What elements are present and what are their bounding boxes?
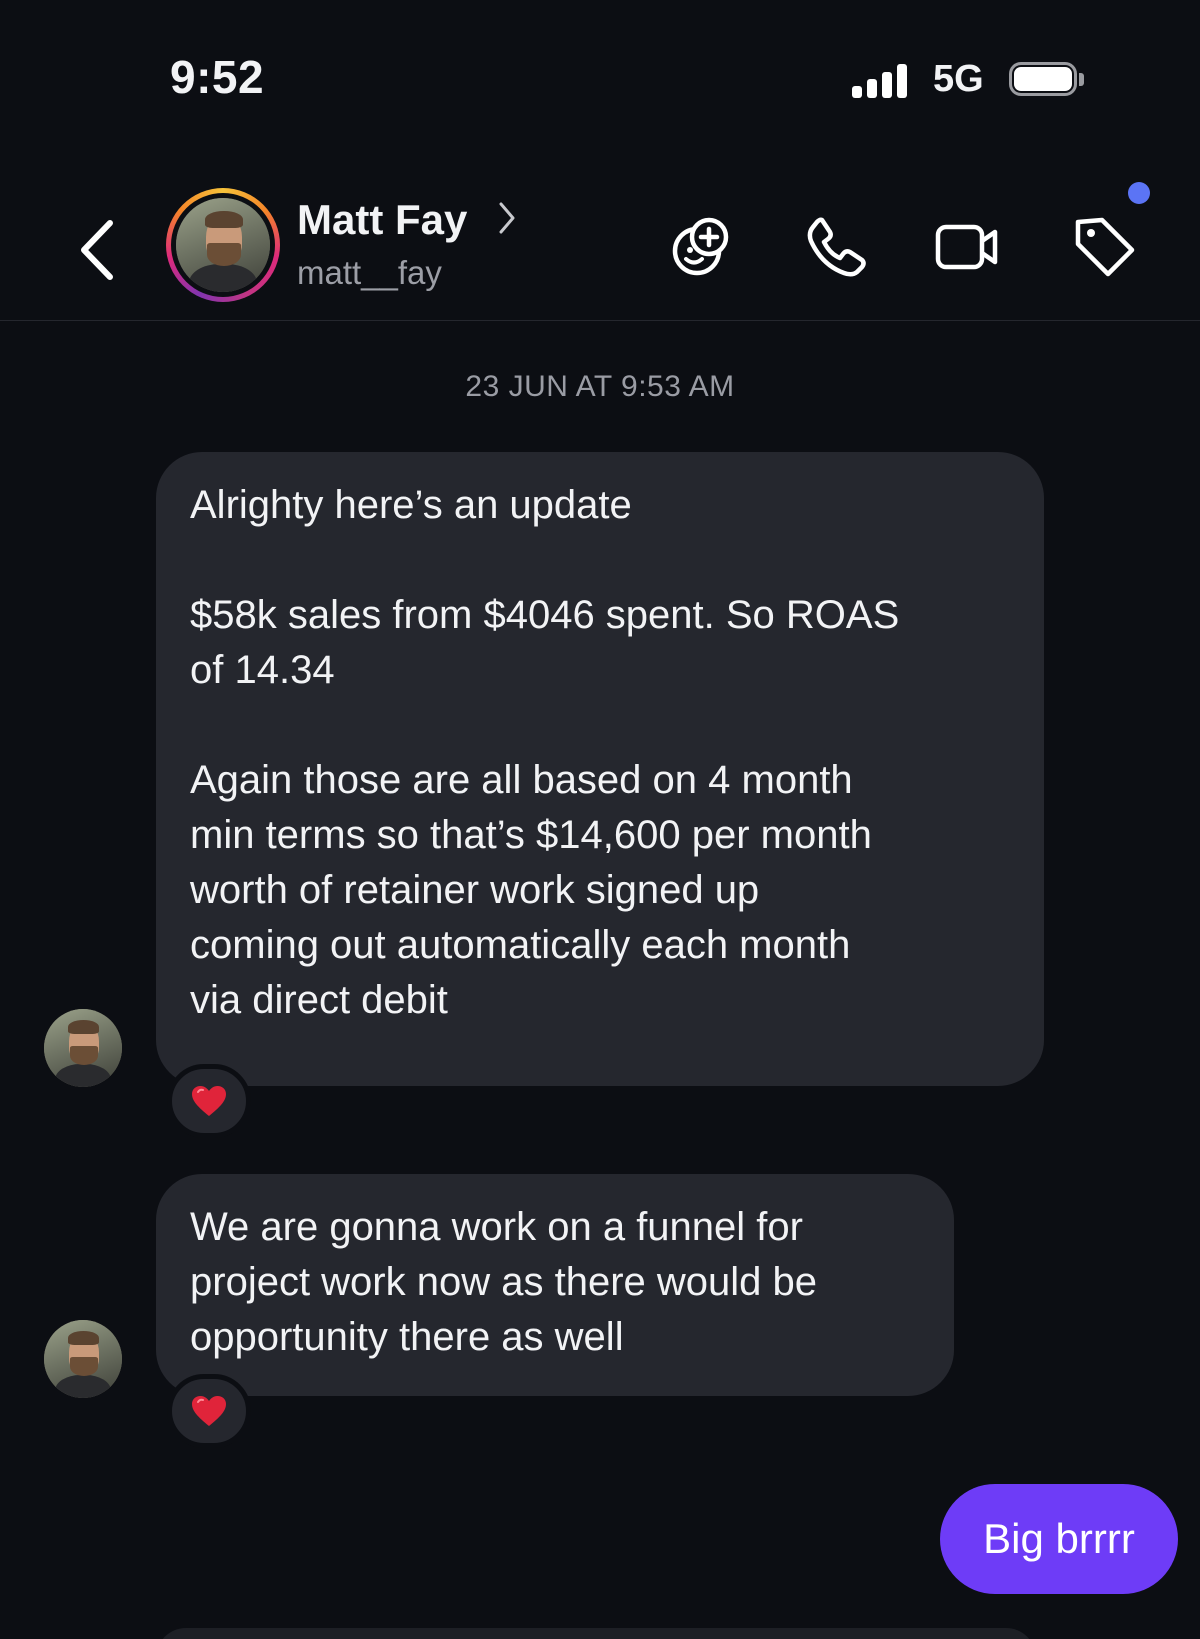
status-time: 9:52 [170,51,265,103]
chat-header: Matt Fay matt__fay [0,170,1200,321]
contact-name[interactable]: Matt Fay [297,196,467,244]
contact-username: matt__fay [297,254,442,291]
sticker-button[interactable] [666,210,738,282]
avatar[interactable] [176,198,270,292]
sender-avatar[interactable] [44,1009,122,1087]
outgoing-message-bubble[interactable]: Big brrrr [940,1484,1178,1594]
video-call-button[interactable] [932,210,1004,282]
battery-icon [1009,62,1087,98]
message-text: Alrighty here’s an update [190,483,632,527]
message-bubble[interactable]: Alrighty here’s an update $58k sales fro… [156,452,1044,1086]
message-text: We are gonna work on a funnel for projec… [190,1205,817,1359]
heart-icon [192,1396,226,1426]
message-bubble-partial [156,1628,1036,1639]
message-bubble[interactable]: We are gonna work on a funnel for projec… [156,1174,954,1396]
reaction-badge[interactable] [167,1374,251,1448]
call-button[interactable] [800,210,872,282]
message-text: Again those are all based on 4 month min… [190,758,872,1022]
sender-avatar[interactable] [44,1320,122,1398]
message-timestamp: 23 JUN AT 9:53 AM [465,370,735,403]
chevron-right-icon[interactable] [497,200,517,236]
network-type: 5G [933,58,984,100]
phone-icon [807,217,866,277]
dm-screen: 9:52 5G Matt Fay matt__fay 23 JUN AT 9:5… [0,0,1200,1639]
label-button[interactable] [1068,210,1140,282]
signal-strength-icon [852,64,912,98]
notification-dot [1128,182,1150,204]
tag-icon [1075,217,1135,277]
back-button[interactable] [78,215,118,285]
heart-icon [192,1086,226,1116]
chevron-left-icon [81,220,113,280]
sticker-add-icon [672,217,729,276]
video-camera-icon [935,224,998,270]
reaction-badge[interactable] [167,1064,251,1138]
message-text: $58k sales from $4046 spent. So ROAS of … [190,593,900,692]
